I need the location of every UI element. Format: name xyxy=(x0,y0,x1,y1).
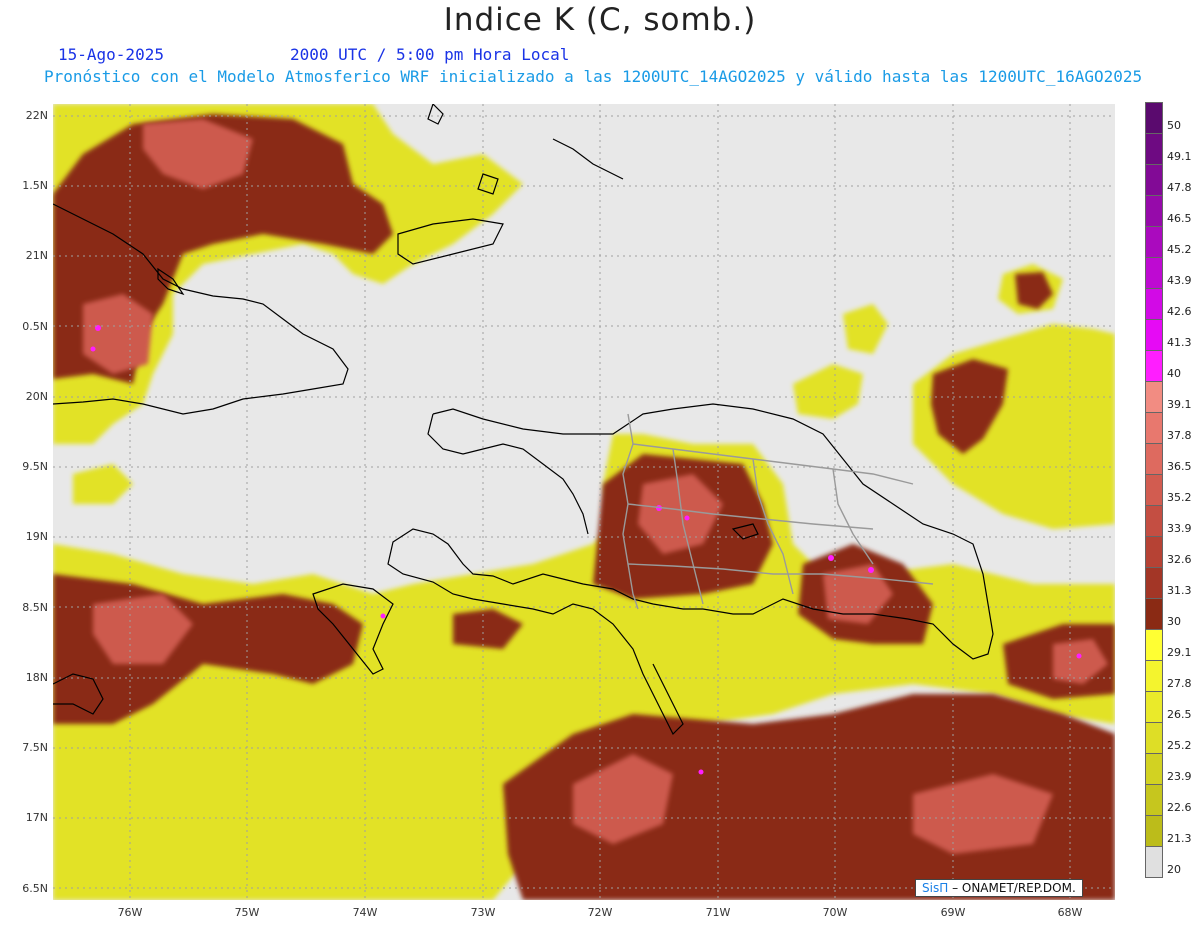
colorbar-label: 31.3 xyxy=(1167,584,1192,597)
lon-label: 69W xyxy=(940,906,966,919)
colorbar-cell xyxy=(1145,722,1163,754)
colorbar-cell xyxy=(1145,536,1163,568)
lat-label: 21N xyxy=(25,249,48,262)
colorbar-label: 33.9 xyxy=(1167,522,1192,535)
colorbar-label: 26.5 xyxy=(1167,708,1192,721)
colorbar-cell xyxy=(1145,381,1163,413)
colorbar-label: 37.8 xyxy=(1167,429,1192,442)
colorbar-label: 42.6 xyxy=(1167,305,1192,318)
lon-label: 70W xyxy=(822,906,848,919)
colorbar-cell xyxy=(1145,257,1163,289)
colorbar-cell xyxy=(1145,226,1163,258)
colorbar-label: 35.2 xyxy=(1167,491,1192,504)
valid-date: 15-Ago-2025 xyxy=(58,45,164,64)
colorbar-label: 22.6 xyxy=(1167,801,1192,814)
lon-label: 76W xyxy=(117,906,143,919)
colorbar-label: 39.1 xyxy=(1167,398,1192,411)
colorbar-cell xyxy=(1145,474,1163,506)
lat-label: 6.5N xyxy=(22,882,48,895)
colorbar-cell xyxy=(1145,846,1163,878)
colorbar-label: 32.6 xyxy=(1167,553,1192,566)
colorbar-label: 47.8 xyxy=(1167,181,1192,194)
model-subtitle: Pronóstico con el Modelo Atmosferico WRF… xyxy=(44,67,1143,86)
lat-label: 20N xyxy=(25,390,48,403)
lat-label: 0.5N xyxy=(22,320,48,333)
colorbar-bottom-edge xyxy=(1145,877,1163,878)
credit-badge: SisΠ – ONAMET/REP.DOM. xyxy=(915,879,1083,897)
colorbar-cell xyxy=(1145,815,1163,847)
colorbar-cell xyxy=(1145,412,1163,444)
colorbar-cell xyxy=(1145,629,1163,661)
colorbar-label: 30 xyxy=(1167,615,1181,628)
credit-text: – ONAMET/REP.DOM. xyxy=(952,881,1076,895)
lon-label: 71W xyxy=(705,906,731,919)
colorbar-cell xyxy=(1145,350,1163,382)
k-index-map xyxy=(53,104,1115,900)
lat-label: 19N xyxy=(25,530,48,543)
lat-label: 18N xyxy=(25,671,48,684)
lat-label: 7.5N xyxy=(22,741,48,754)
colorbar-cell xyxy=(1145,319,1163,351)
lat-label: 17N xyxy=(25,811,48,824)
colorbar-cell xyxy=(1145,660,1163,692)
sispi-logo-text: SisΠ xyxy=(922,881,949,895)
colorbar-label: 45.2 xyxy=(1167,243,1192,256)
colorbar-cell xyxy=(1145,598,1163,630)
lon-label: 73W xyxy=(470,906,496,919)
colorbar-cell xyxy=(1145,195,1163,227)
colorbar-label: 36.5 xyxy=(1167,460,1192,473)
colorbar-cell xyxy=(1145,288,1163,320)
colorbar-label: 25.2 xyxy=(1167,739,1192,752)
lon-label: 72W xyxy=(587,906,613,919)
colorbar-cell xyxy=(1145,784,1163,816)
colorbar-label: 21.3 xyxy=(1167,832,1192,845)
colorbar-cell xyxy=(1145,505,1163,537)
colorbar-label: 46.5 xyxy=(1167,212,1192,225)
colorbar-label: 41.3 xyxy=(1167,336,1192,349)
colorbar-label: 23.9 xyxy=(1167,770,1192,783)
lon-label: 75W xyxy=(234,906,260,919)
colorbar-cell xyxy=(1145,691,1163,723)
colorbar-label: 20 xyxy=(1167,863,1181,876)
lon-label: 68W xyxy=(1057,906,1083,919)
colorbar-cell xyxy=(1145,443,1163,475)
lat-label: 8.5N xyxy=(22,601,48,614)
colorbar-cell xyxy=(1145,164,1163,196)
lat-label: 22N xyxy=(25,109,48,122)
colorbar-label: 40 xyxy=(1167,367,1181,380)
colorbar-label: 49.1 xyxy=(1167,150,1192,163)
colorbar-label: 50 xyxy=(1167,119,1181,132)
valid-time: 2000 UTC / 5:00 pm Hora Local xyxy=(290,45,570,64)
colorbar-label: 43.9 xyxy=(1167,274,1192,287)
lat-label: 1.5N xyxy=(22,179,48,192)
colorbar-cell xyxy=(1145,133,1163,165)
colorbar-cell xyxy=(1145,102,1163,134)
colorbar-cell xyxy=(1145,567,1163,599)
lat-label: 9.5N xyxy=(22,460,48,473)
map-canvas xyxy=(53,104,1115,900)
colorbar-cell xyxy=(1145,753,1163,785)
lon-label: 74W xyxy=(352,906,378,919)
colorbar-label: 27.8 xyxy=(1167,677,1192,690)
colorbar-label: 29.1 xyxy=(1167,646,1192,659)
map-title: Indice K (C, somb.) xyxy=(443,2,757,38)
